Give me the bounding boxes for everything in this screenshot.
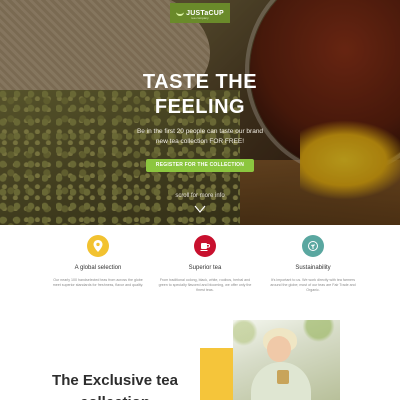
- chevron-down-icon[interactable]: [194, 204, 206, 214]
- leaf-badge-icon: [302, 235, 324, 257]
- feature-title: A global selection: [74, 265, 122, 271]
- hero-section: JUSTaCUP tea company TASTE THE FEELING B…: [0, 0, 400, 225]
- brand-logo[interactable]: JUSTaCUP tea company: [170, 3, 230, 23]
- hero-title-line-2: FEELING: [154, 96, 246, 118]
- feature-title: Sustainability: [295, 265, 331, 271]
- hero-subtitle-line-1: Be in the first 20 people can taste our …: [136, 128, 264, 135]
- location-pin-icon: [87, 235, 109, 257]
- feature-description: From traditional oolong, black, white, r…: [158, 278, 252, 292]
- scroll-hint[interactable]: scroll for more info: [150, 193, 250, 199]
- hero-title-line-1: TASTE THE: [142, 71, 258, 93]
- register-button[interactable]: REGISTER FOR THE COLLECTION: [146, 159, 254, 172]
- feature-description: Our nearly 100 handselected teas from ac…: [52, 278, 144, 287]
- hero-subtitle-line-2: new tea collection FOR FREE!: [155, 138, 245, 145]
- collection-heading: The Exclusive tea collection: [52, 372, 178, 400]
- feature-title: Superior tea: [188, 265, 222, 271]
- logo-tagline: tea company: [191, 16, 209, 20]
- hero-title: TASTE THE FEELING: [120, 70, 280, 120]
- feature-global-selection: A global selection Our nearly 100 handse…: [43, 235, 153, 288]
- feature-sustainability: Sustainability It's important to us. We …: [258, 235, 368, 293]
- woman-with-tea-photo: [233, 320, 340, 400]
- tea-cup-icon: [194, 235, 216, 257]
- feature-superior-tea: Superior tea From traditional oolong, bl…: [150, 235, 260, 293]
- feature-description: It's important to us. We work directly w…: [270, 278, 356, 292]
- hero-subtitle: Be in the first 20 people can taste our …: [112, 127, 288, 147]
